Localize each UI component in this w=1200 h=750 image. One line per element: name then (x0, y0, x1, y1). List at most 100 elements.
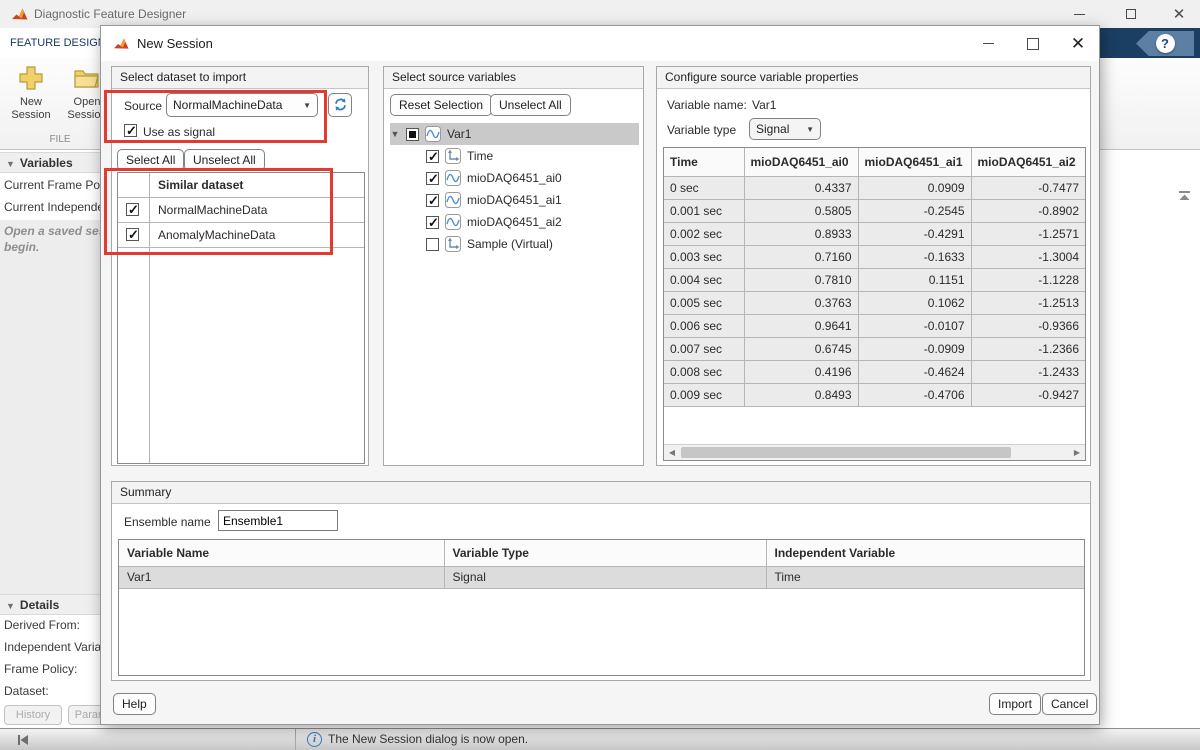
dialog-close-button[interactable]: ✕ (1060, 26, 1096, 61)
table-row[interactable]: NormalMachineData (118, 198, 364, 223)
ensemble-name-input[interactable] (218, 510, 338, 531)
import-button[interactable]: Import (989, 693, 1041, 715)
dialog-titlebar: New Session ✕ (101, 26, 1099, 61)
tree-label: Sample (Virtual) (467, 237, 553, 251)
column-header: mioDAQ6451_ai2 (971, 148, 1085, 176)
dialog-maximize-button[interactable] (1015, 26, 1051, 61)
table-header-row: Similar dataset (118, 173, 364, 198)
dataset-panel-title: Select dataset to import (112, 67, 368, 89)
tree-item-ai0[interactable]: mioDAQ6451_ai0 (390, 167, 639, 189)
refresh-button[interactable] (328, 93, 352, 117)
tree-label: Var1 (447, 127, 471, 141)
unselect-all-button[interactable]: Unselect All (490, 94, 571, 116)
dataset-checkbox[interactable] (126, 228, 139, 241)
tab-feature-designer[interactable]: FEATURE DESIGNER (0, 28, 108, 58)
signal-icon (445, 214, 461, 230)
use-as-signal-checkbox[interactable] (124, 124, 137, 137)
dataset-checkbox[interactable] (126, 203, 139, 216)
tree-item-sample-virtual[interactable]: Sample (Virtual) (390, 233, 639, 255)
table-header-row: Time mioDAQ6451_ai0 mioDAQ6451_ai1 mioDA… (664, 148, 1085, 176)
scroll-right-icon[interactable]: ▶ (1069, 445, 1085, 460)
new-session-button[interactable]: New Session (4, 62, 58, 136)
chevron-down-icon: ▼ (6, 159, 15, 169)
column-header: Variable Type (444, 540, 766, 566)
table-row[interactable]: 0 sec 0.4337 0.0909 -0.7477 (664, 176, 1085, 199)
dataset-panel: Select dataset to import Source NormalMa… (111, 66, 369, 466)
status-message: The New Session dialog is now open. (328, 729, 528, 750)
unselect-all-button[interactable]: Unselect All (184, 149, 265, 171)
variables-section-header[interactable]: ▼Variables (0, 152, 100, 173)
similar-dataset-header: Similar dataset (158, 178, 243, 192)
app-window: Diagnostic Feature Designer ✕ FEATURE DE… (0, 0, 1200, 750)
history-button[interactable]: History (4, 705, 62, 725)
status-bar: i The New Session dialog is now open. (0, 728, 1200, 750)
question-mark-icon: ? (1156, 34, 1175, 53)
table-row[interactable]: 0.004 sec 0.7810 0.1151 -1.1228 (664, 268, 1085, 291)
properties-panel: Configure source variable properties Var… (656, 66, 1091, 466)
window-titlebar: Diagnostic Feature Designer ✕ (0, 0, 1200, 28)
tree-checkbox[interactable] (426, 216, 439, 229)
use-as-signal-label: Use as signal (143, 125, 215, 139)
details-item-frame-policy: Frame Policy: (4, 662, 100, 676)
scroll-left-icon[interactable]: ◀ (664, 445, 680, 460)
window-maximize-button[interactable] (1110, 0, 1152, 28)
details-item-dataset: Dataset: (4, 684, 100, 698)
collapse-ribbon-icon[interactable] (1178, 190, 1191, 201)
table-row[interactable]: 0.007 sec 0.6745 -0.0909 -1.2366 (664, 337, 1085, 360)
dataset-label: NormalMachineData (158, 203, 267, 217)
refresh-icon (333, 97, 348, 112)
tree-item-time[interactable]: Time (390, 145, 639, 167)
variable-type-dropdown[interactable]: Signal ▼ (749, 118, 821, 140)
table-row[interactable]: 0.001 sec 0.5805 -0.2545 -0.8902 (664, 199, 1085, 222)
tree-item-var1[interactable]: ▼ Var1 (390, 123, 639, 145)
window-close-button[interactable]: ✕ (1158, 0, 1200, 28)
tree-checkbox[interactable] (426, 150, 439, 163)
collapse-panel-icon[interactable] (16, 733, 30, 747)
source-variables-panel: Select source variables Reset Selection … (383, 66, 644, 466)
statusbar-divider (295, 729, 296, 750)
table-row[interactable]: 0.002 sec 0.8933 -0.4291 -1.2571 (664, 222, 1085, 245)
variable-name-label: Variable name: (667, 98, 747, 112)
table-row[interactable]: 0.009 sec 0.8493 -0.4706 -0.9427 (664, 383, 1085, 406)
table-row[interactable]: 0.008 sec 0.4196 -0.4624 -1.2433 (664, 360, 1085, 383)
axes-icon (445, 236, 461, 252)
horizontal-scrollbar[interactable]: ◀ ▶ (664, 444, 1085, 460)
chevron-down-icon: ▼ (303, 101, 311, 110)
source-variables-panel-title: Select source variables (384, 67, 643, 89)
help-button[interactable]: Help (113, 693, 156, 715)
tree-item-ai1[interactable]: mioDAQ6451_ai1 (390, 189, 639, 211)
summary-panel-title: Summary (112, 482, 1090, 504)
tree-checkbox[interactable] (426, 194, 439, 207)
select-all-button[interactable]: Select All (117, 149, 184, 171)
source-dropdown[interactable]: NormalMachineData ▼ (166, 93, 318, 117)
cancel-button[interactable]: Cancel (1042, 693, 1097, 715)
table-row[interactable]: AnomalyMachineData (118, 223, 364, 248)
column-header: mioDAQ6451_ai1 (858, 148, 971, 176)
reset-selection-button[interactable]: Reset Selection (390, 94, 492, 116)
properties-panel-title: Configure source variable properties (657, 67, 1090, 89)
tree-checkbox[interactable] (406, 128, 419, 141)
dialog-minimize-button[interactable] (970, 26, 1006, 61)
tree-item-ai2[interactable]: mioDAQ6451_ai2 (390, 211, 639, 233)
scrollbar-thumb[interactable] (681, 447, 1011, 458)
window-minimize-button[interactable] (1058, 0, 1100, 28)
table-row[interactable]: 0.003 sec 0.7160 -0.1633 -1.3004 (664, 245, 1085, 268)
table-row[interactable]: 0.005 sec 0.3763 0.1062 -1.2513 (664, 291, 1085, 314)
tree-checkbox[interactable] (426, 238, 439, 251)
info-icon: i (307, 732, 322, 747)
matlab-logo-icon (114, 36, 129, 51)
variables-item-independent: Current Independe (4, 200, 100, 214)
new-session-dialog: New Session ✕ Select dataset to import S… (100, 25, 1100, 725)
tree-checkbox[interactable] (426, 172, 439, 185)
chevron-down-icon[interactable]: ▼ (390, 129, 400, 139)
variable-tree: ▼ Var1 Time (390, 123, 639, 461)
table-row[interactable]: Var1 Signal Time (119, 566, 1084, 588)
variables-item-frame-policy: Current Frame Po (4, 178, 100, 192)
table-header-row: Variable Name Variable Type Independent … (119, 540, 1084, 566)
details-section-header[interactable]: ▼Details (0, 594, 100, 615)
tree-label: Time (467, 149, 493, 163)
dataset-label: AnomalyMachineData (158, 228, 275, 242)
variable-name-value: Var1 (752, 98, 776, 112)
table-row[interactable]: 0.006 sec 0.9641 -0.0107 -0.9366 (664, 314, 1085, 337)
matlab-logo-icon (12, 6, 28, 22)
